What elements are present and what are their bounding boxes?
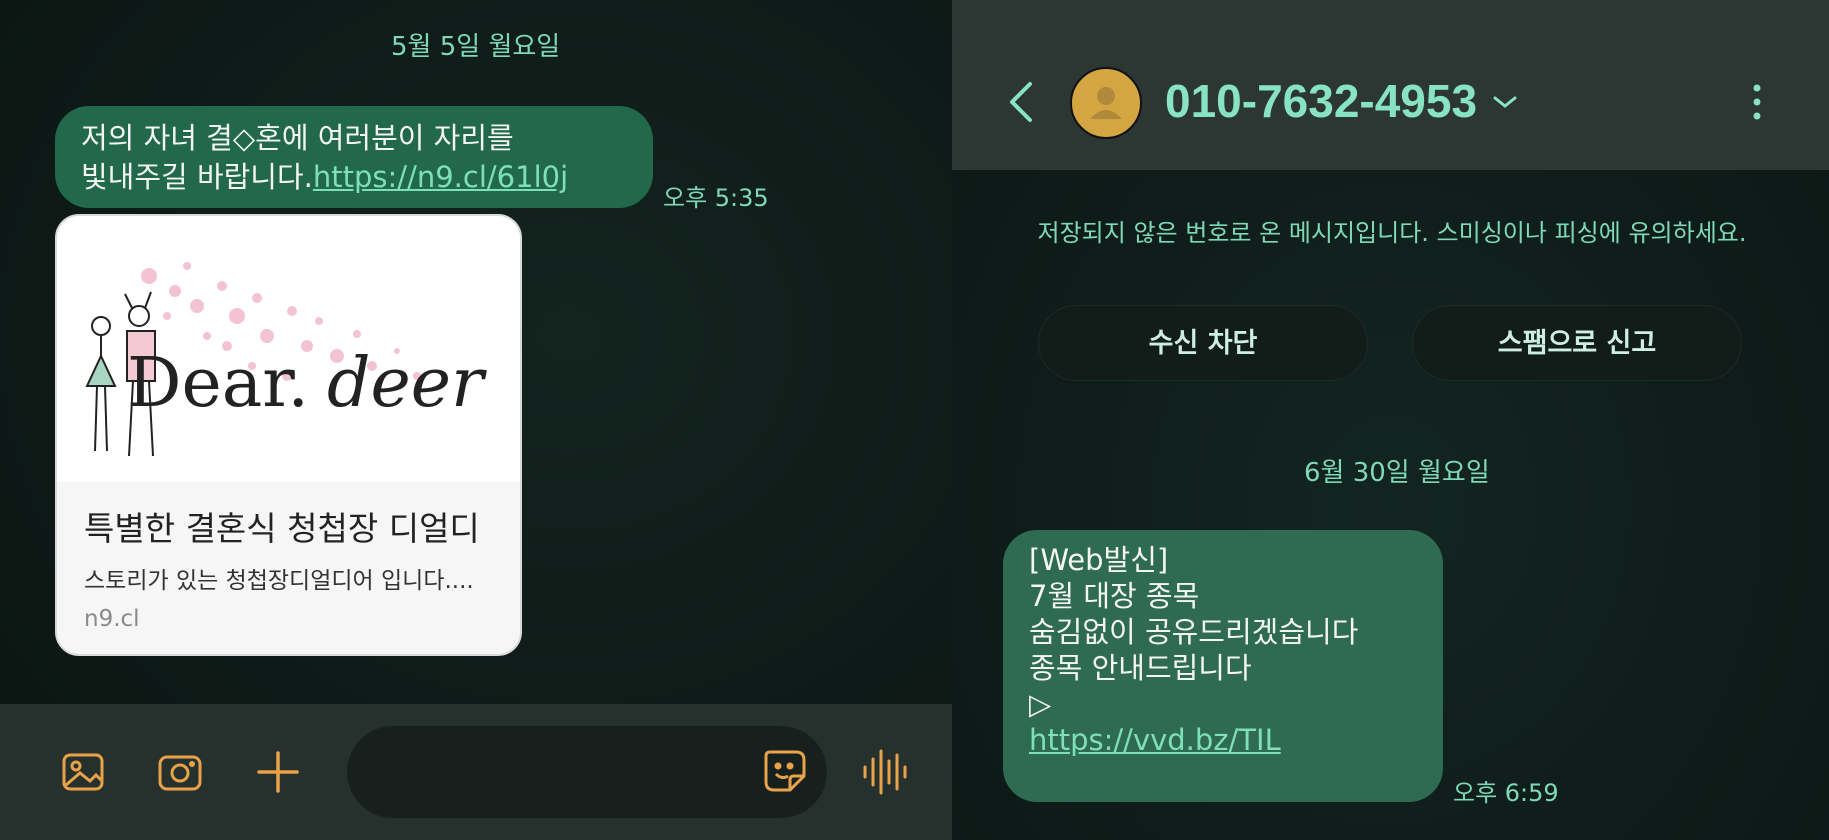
message-text: 종목 안내드립니다 (1029, 651, 1252, 685)
svg-text:deer: deer (327, 344, 487, 423)
message-text: 빛내주길 바랍니다. (81, 160, 313, 194)
sticker-icon[interactable] (760, 746, 810, 796)
spam-warning: 저장되지 않은 번호로 온 메시지입니다. 스미싱이나 피싱에 유의하세요. (1037, 219, 1747, 247)
preview-description: 스토리가 있는 청첩장디얼디어 입니다.... (84, 568, 474, 594)
preview-domain: n9.cl (84, 606, 140, 632)
preview-logo-text: Dear. (127, 344, 309, 423)
link-preview-card[interactable]: Dear. deer 특별한 결혼식 청첩장 디얼디 스토리가 있는 청첩장디얼… (55, 214, 522, 656)
message-bubble[interactable]: [Web발신] 7월 대장 종목 숨김없이 공유드리겠습니다 종목 안내드립니다… (1003, 530, 1443, 802)
date-divider: 6월 30일 월요일 (1304, 458, 1490, 488)
contact-phone-number[interactable]: 010-7632-4953 (1165, 74, 1477, 128)
back-icon[interactable] (1002, 80, 1042, 124)
right-conversation: 010-7632-4953 저장되지 않은 번호로 온 메시지입니다. 스미싱이… (952, 0, 1829, 840)
avatar[interactable] (1070, 67, 1142, 139)
compose-bar (0, 704, 952, 840)
plus-icon[interactable] (253, 747, 303, 797)
message-link[interactable]: https://n9.cl/61l0j (313, 160, 568, 194)
message-text: ▷ (1029, 687, 1052, 721)
camera-icon[interactable] (155, 747, 205, 797)
message-text: 저의 자녀 결◇혼에 여러분이 자리를 (81, 121, 514, 155)
message-input[interactable] (347, 726, 827, 818)
block-button[interactable]: 수신 차단 (1038, 305, 1368, 381)
message-time: 오후 5:35 (663, 184, 769, 212)
chevron-down-icon[interactable] (1492, 93, 1518, 111)
report-spam-button[interactable]: 스팸으로 신고 (1412, 305, 1742, 381)
message-time: 오후 6:59 (1453, 779, 1559, 807)
message-link[interactable]: https://vvd.bz/TIL (1029, 722, 1417, 758)
message-text: 숨김없이 공유드리겠습니다 (1029, 615, 1359, 649)
preview-title: 특별한 결혼식 청첩장 디얼디 (84, 509, 480, 548)
more-options-icon[interactable] (1750, 82, 1764, 122)
message-text: [Web발신] (1029, 543, 1169, 577)
left-conversation: 5월 5일 월요일 저의 자녀 결◇혼에 여러분이 자리를 빛내주길 바랍니다.… (0, 0, 952, 840)
date-divider: 5월 5일 월요일 (391, 32, 561, 62)
conversation-header: 010-7632-4953 (952, 0, 1829, 170)
message-text: 7월 대장 종목 (1029, 579, 1200, 613)
message-bubble[interactable]: 저의 자녀 결◇혼에 여러분이 자리를 빛내주길 바랍니다.https://n9… (55, 106, 653, 208)
voice-icon[interactable] (860, 747, 910, 797)
gallery-icon[interactable] (58, 747, 108, 797)
preview-image: Dear. deer (57, 216, 520, 482)
